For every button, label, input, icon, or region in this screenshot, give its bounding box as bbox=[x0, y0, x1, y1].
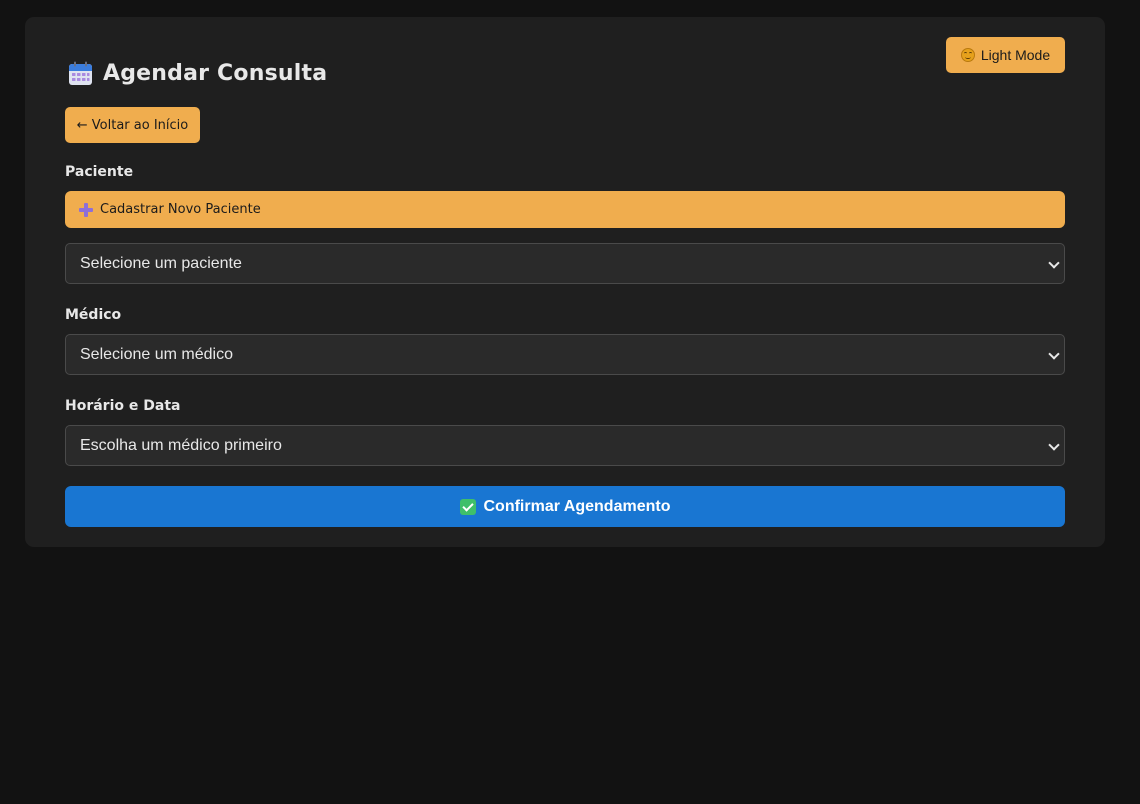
calendar-icon bbox=[69, 61, 92, 85]
patient-select-value: Selecione um paciente bbox=[80, 254, 242, 272]
smiley-icon bbox=[960, 48, 975, 62]
theme-toggle-button[interactable]: Light Mode bbox=[946, 37, 1065, 73]
confirm-appointment-label: Confirmar Agendamento bbox=[483, 497, 671, 515]
confirm-appointment-button[interactable]: Confirmar Agendamento bbox=[65, 486, 1065, 527]
schedule-select-value: Escolha um médico primeiro bbox=[80, 436, 282, 454]
chevron-down-icon bbox=[1048, 257, 1060, 269]
doctor-select-value: Selecione um médico bbox=[80, 345, 233, 363]
chevron-down-icon bbox=[1048, 348, 1060, 360]
patient-label: Paciente bbox=[65, 164, 134, 180]
appointment-card: Light Mode Agendar Consulta ← Voltar ao … bbox=[25, 17, 1105, 547]
theme-toggle-label: Light Mode bbox=[980, 47, 1051, 63]
register-new-patient-label: Cadastrar Novo Paciente bbox=[100, 202, 261, 217]
back-to-home-label: ← Voltar ao Início bbox=[76, 117, 189, 133]
chevron-down-icon bbox=[1048, 439, 1060, 451]
patient-select[interactable]: Selecione um paciente bbox=[65, 243, 1065, 284]
check-icon bbox=[459, 498, 476, 515]
register-new-patient-button[interactable]: Cadastrar Novo Paciente bbox=[65, 191, 1065, 228]
doctor-select[interactable]: Selecione um médico bbox=[65, 334, 1065, 375]
plus-icon bbox=[79, 202, 93, 217]
page-header: Agendar Consulta bbox=[68, 61, 327, 86]
page-title: Agendar Consulta bbox=[103, 61, 328, 86]
back-to-home-button[interactable]: ← Voltar ao Início bbox=[65, 107, 200, 143]
doctor-label: Médico bbox=[65, 307, 122, 323]
schedule-label: Horário e Data bbox=[65, 398, 181, 414]
schedule-select[interactable]: Escolha um médico primeiro bbox=[65, 425, 1065, 466]
